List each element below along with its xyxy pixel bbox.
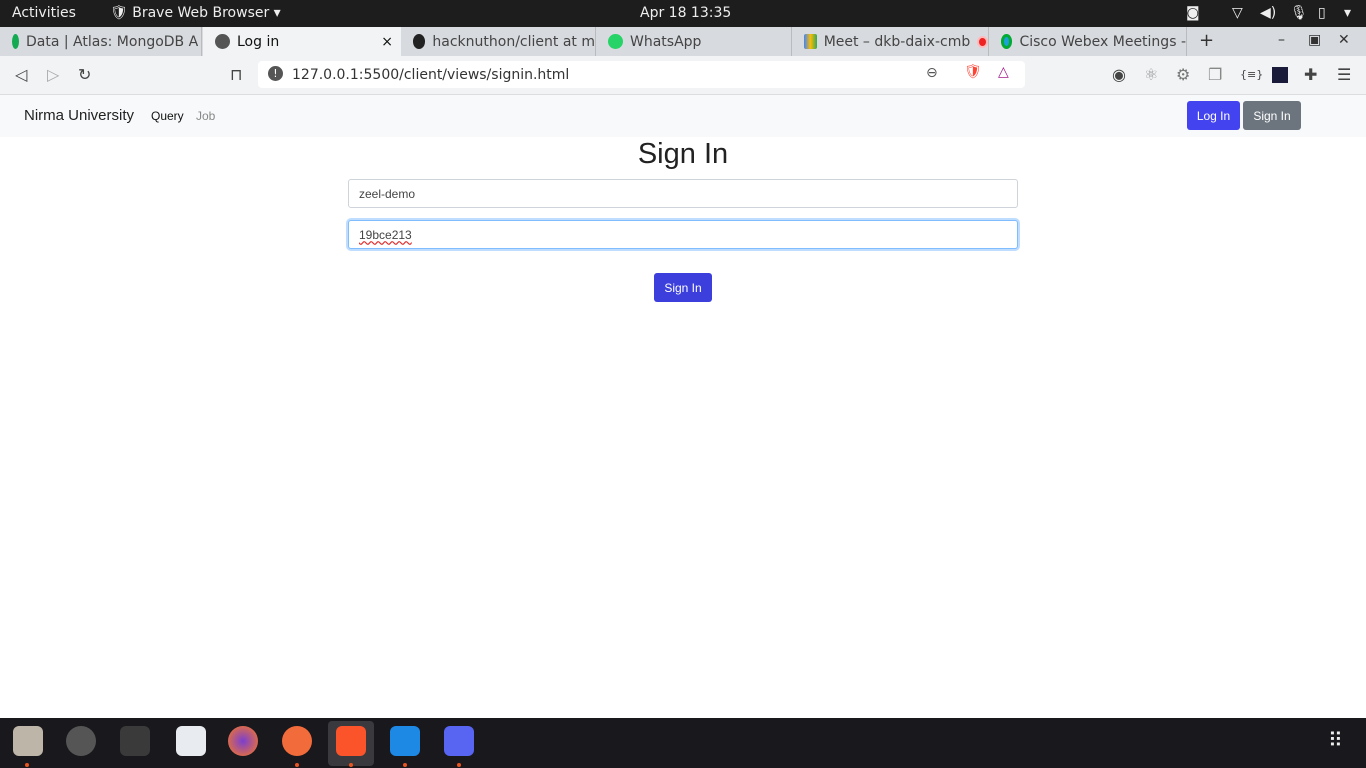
maximize-button[interactable]: ▣ bbox=[1308, 32, 1321, 48]
back-icon[interactable]: ◁ bbox=[15, 65, 27, 84]
url-text: 127.0.0.1:5500/client/views/signin.html bbox=[292, 66, 570, 83]
signin-nav-button[interactable]: Sign In bbox=[1243, 101, 1301, 130]
discord-icon[interactable] bbox=[444, 726, 474, 756]
globe-icon bbox=[215, 34, 230, 49]
github-icon bbox=[413, 34, 426, 49]
password-input[interactable]: 19bce213 bbox=[348, 220, 1018, 249]
tab-label: Log in bbox=[237, 33, 280, 50]
text-editor-icon[interactable] bbox=[176, 726, 206, 756]
webex-icon bbox=[1001, 34, 1013, 49]
browser-toolbar: ◁ ▷ ↻ ⊓ ! 127.0.0.1:5500/client/views/si… bbox=[0, 56, 1366, 95]
postman-icon[interactable] bbox=[282, 726, 312, 756]
username-value: zeel-demo bbox=[359, 186, 416, 201]
zoom-icon[interactable]: ⊖ bbox=[926, 65, 938, 81]
discord-tray-icon[interactable]: ◙ bbox=[1186, 5, 1200, 21]
settings-extension-icon[interactable]: ⚙ bbox=[1176, 65, 1190, 84]
nav-link-query[interactable]: Query bbox=[151, 109, 184, 123]
vscode-icon[interactable] bbox=[390, 726, 420, 756]
firefox-icon[interactable] bbox=[228, 726, 258, 756]
running-indicator bbox=[403, 763, 407, 767]
running-indicator bbox=[295, 763, 299, 767]
tab-label: Meet – dkb-daix-cmb bbox=[823, 33, 971, 50]
json-extension-icon[interactable]: {≡} bbox=[1240, 68, 1263, 81]
clock[interactable]: Apr 18 13:35 bbox=[640, 5, 731, 21]
address-bar[interactable]: ! 127.0.0.1:5500/client/views/signin.htm… bbox=[258, 61, 1025, 88]
tab-mongodb[interactable]: Data | Atlas: MongoDB A bbox=[0, 27, 202, 56]
navbar-brand[interactable]: Nirma University bbox=[24, 107, 134, 124]
wifi-icon[interactable]: ▽ bbox=[1232, 5, 1243, 21]
microphone-icon[interactable]: 🎙 bbox=[1290, 5, 1308, 21]
tab-webex[interactable]: Cisco Webex Meetings - bbox=[989, 27, 1187, 56]
files-icon[interactable] bbox=[13, 726, 43, 756]
close-window-button[interactable]: ✕ bbox=[1338, 32, 1350, 48]
google-meet-icon bbox=[804, 34, 817, 49]
battery-icon[interactable]: ▯ bbox=[1318, 5, 1326, 21]
running-indicator bbox=[25, 763, 29, 767]
whatsapp-icon bbox=[608, 34, 623, 49]
dark-extension-icon[interactable] bbox=[1272, 67, 1288, 83]
brave-icon: 🛡 bbox=[110, 5, 128, 21]
close-tab-icon[interactable]: × bbox=[381, 34, 393, 50]
app-menu-label: Brave Web Browser ▾ bbox=[132, 5, 281, 21]
running-indicator bbox=[457, 763, 461, 767]
info-icon[interactable]: ! bbox=[268, 66, 283, 81]
clock-icon[interactable] bbox=[66, 726, 96, 756]
tab-label: Data | Atlas: MongoDB A bbox=[26, 33, 199, 50]
bookmark-icon[interactable]: ⊓ bbox=[230, 65, 242, 84]
minimize-button[interactable]: – bbox=[1278, 32, 1285, 48]
volume-icon[interactable]: ◀) bbox=[1260, 5, 1276, 21]
copy-extension-icon[interactable]: ❐ bbox=[1208, 65, 1222, 84]
tab-label: WhatsApp bbox=[630, 33, 702, 50]
brave-icon[interactable] bbox=[336, 726, 366, 756]
tab-strip: Data | Atlas: MongoDB A Log in × hacknuth… bbox=[0, 27, 1366, 56]
dock: ⠿ bbox=[0, 718, 1366, 768]
extension-icon[interactable]: ◉ bbox=[1112, 65, 1126, 84]
tab-github[interactable]: hacknuthon/client at m bbox=[401, 27, 596, 56]
tab-label: Cisco Webex Meetings - bbox=[1019, 33, 1186, 50]
password-value: 19bce213 bbox=[359, 227, 412, 242]
tab-meet[interactable]: Meet – dkb-daix-cmb bbox=[792, 27, 989, 56]
username-input[interactable]: zeel-demo bbox=[348, 179, 1018, 208]
nav-link-job[interactable]: Job bbox=[196, 109, 215, 123]
reload-icon[interactable]: ↻ bbox=[78, 65, 91, 84]
menu-icon[interactable]: ☰ bbox=[1337, 65, 1351, 84]
tab-whatsapp[interactable]: WhatsApp bbox=[596, 27, 792, 56]
recording-icon bbox=[977, 35, 988, 48]
running-indicator bbox=[349, 763, 353, 767]
app-menu[interactable]: 🛡 Brave Web Browser ▾ bbox=[110, 5, 281, 21]
brave-rewards-icon[interactable]: △ bbox=[998, 64, 1009, 80]
activities-button[interactable]: Activities bbox=[12, 5, 76, 21]
terminal-icon[interactable] bbox=[120, 726, 150, 756]
brave-shields-icon[interactable]: 🛡 bbox=[964, 64, 982, 80]
extensions-puzzle-icon[interactable]: ✚ bbox=[1304, 65, 1317, 84]
new-tab-button[interactable]: + bbox=[1199, 30, 1214, 51]
show-apps-grid-icon[interactable]: ⠿ bbox=[1328, 728, 1343, 752]
page-title: Sign In bbox=[637, 138, 729, 170]
system-menu-chevron-icon[interactable]: ▾ bbox=[1344, 5, 1351, 21]
system-top-bar: Activities 🛡 Brave Web Browser ▾ Apr 18 … bbox=[0, 0, 1366, 27]
site-navbar: Nirma University Query Job Log In Sign I… bbox=[0, 95, 1366, 137]
tab-log-in[interactable]: Log in × bbox=[203, 27, 401, 56]
forward-icon[interactable]: ▷ bbox=[47, 65, 59, 84]
mongodb-leaf-icon bbox=[12, 34, 19, 49]
tab-label: hacknuthon/client at m bbox=[432, 33, 595, 50]
login-button[interactable]: Log In bbox=[1187, 101, 1240, 130]
signin-submit-button[interactable]: Sign In bbox=[654, 273, 712, 302]
react-devtools-icon[interactable]: ⚛ bbox=[1144, 65, 1158, 84]
